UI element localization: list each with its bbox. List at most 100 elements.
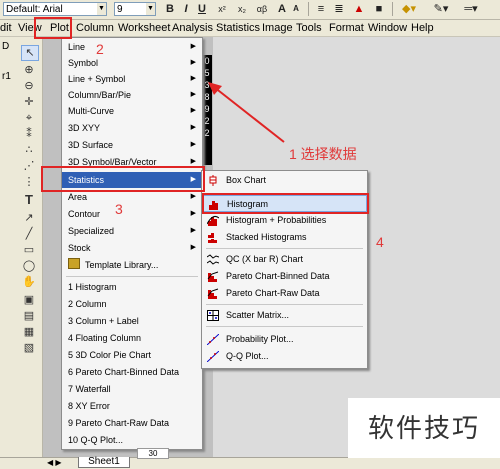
layer-add-icon[interactable]: ▤ [21,309,37,323]
plot-menu-recent-10[interactable]: 10 Q-Q Plot... [62,432,202,448]
arrow-tool-icon[interactable]: ↗ [21,211,37,225]
submenu-item-box-chart[interactable]: Box Chart [202,172,367,189]
layer-icon[interactable]: ▣ [21,293,37,307]
plot-menu-item-specialized[interactable]: Specialized ▶ [62,223,202,239]
menu-item-label: Line + Symbol [68,74,126,84]
pointer-icon[interactable]: ↖ [21,45,39,61]
plot-menu-item-symbol[interactable]: Symbol ▶ [62,55,202,71]
zoom-in-icon[interactable]: ⊕ [21,63,37,77]
submenu-item-scatter-matrix[interactable]: Scatter Matrix... [202,307,367,324]
layer-arrange-icon[interactable]: ▧ [21,341,37,355]
plot-menu-recent-4[interactable]: 4 Floating Column [62,330,202,346]
plot-menu-recent-6[interactable]: 6 Pareto Chart-Binned Data [62,364,202,380]
plot-menu-recent-7[interactable]: 7 Waterfall [62,381,202,397]
menu-divider [206,304,363,305]
annotation-arrow-icon [208,82,285,143]
submenu-item-pareto-binned[interactable]: Pareto Chart-Binned Data [202,268,367,285]
plot-menu-item-3d-xyy[interactable]: 3D XYY ▶ [62,120,202,136]
align-left-icon[interactable]: ≡ [314,2,328,16]
line-style-icon[interactable]: ≣ [332,2,346,16]
data-reader-icon[interactable]: ⌖ [21,111,37,125]
fill-color-icon[interactable]: ■ [372,2,386,16]
draw-data-icon[interactable]: ∴ [21,143,37,157]
box-chart-icon [209,175,217,186]
submenu-item-label: Histogram + Probabilities [226,215,327,225]
plot-menu: Line ▶ Symbol ▶ Line + Symbol ▶ Column/Bar/… [61,37,203,450]
submenu-item-probability-plot[interactable]: Probability Plot... [202,331,367,348]
plot-menu-item-stock[interactable]: Stock ▶ [62,240,202,256]
pen-icon[interactable]: ✎▾ [430,2,452,16]
text-tool-icon[interactable]: T [21,193,37,207]
menu-item-label: 8 XY Error [68,401,110,411]
menu-worksheet[interactable]: Worksheet [118,20,170,36]
submenu-item-label: Pareto Chart-Binned Data [226,271,330,281]
rectangle-tool-icon[interactable]: ▭ [21,243,37,257]
hand-icon[interactable]: ✋ [21,275,37,289]
annotation-box-plot-menu [34,17,72,39]
menu-item-label: Template Library... [85,260,159,270]
sheet-tab[interactable]: Sheet1 [78,457,130,468]
menu-item-label: Area [68,192,88,202]
qq-plot-icon [207,351,219,362]
sheet-tabs-bar: ◀ ▶ [0,457,500,469]
plot-menu-recent-5[interactable]: 5 3D Color Pie Chart [62,347,202,363]
submenu-item-histogram-probabilities[interactable]: Histogram + Probabilities [202,212,367,229]
watermark-text: 软件技巧 [348,398,500,458]
submenu-item-pareto-raw[interactable]: Pareto Chart-Raw Data [202,285,367,302]
subscript-button[interactable]: x₂ [234,2,250,16]
line-color-icon[interactable]: ═▾ [460,2,482,16]
italic-button[interactable]: I [180,2,192,16]
crosshair-icon[interactable]: ✛ [21,95,37,109]
probability-plot-icon [207,334,219,345]
font-select[interactable]: Default: Arial ▼ [3,2,107,16]
submenu-item-qq-plot[interactable]: Q-Q Plot... [202,348,367,365]
plot-menu-recent-3[interactable]: 3 Column + Label [62,313,202,329]
menu-statistics[interactable]: Statistics [216,20,260,36]
line-tool-icon[interactable]: ╱ [21,227,37,241]
greek-button[interactable]: αβ [254,2,270,16]
plot-menu-recent-1[interactable]: 1 Histogram [62,279,202,295]
menu-item-label: Symbol [68,58,99,68]
layer-link-icon[interactable]: ▦ [21,325,37,339]
menu-image[interactable]: Image [262,20,293,36]
mask-icon[interactable]: ⋮ [21,175,37,189]
menu-column[interactable]: Column [76,20,114,36]
menu-bar: dit View Plot Column Worksheet Analysis … [0,20,500,37]
submenu-item-stacked-histograms[interactable]: Stacked Histograms [202,229,367,246]
region-select-icon[interactable]: ⋰ [21,159,37,173]
plot-menu-recent-8[interactable]: 8 XY Error [62,398,202,414]
underline-button[interactable]: U [196,2,208,16]
menu-tools[interactable]: Tools [296,20,322,36]
menu-analysis[interactable]: Analysis [172,20,213,36]
zoom-out-icon[interactable]: ⊖ [21,79,37,93]
superscript-button[interactable]: x² [214,2,230,16]
plot-menu-item-line-symbol[interactable]: Line + Symbol ▶ [62,71,202,87]
decrease-font-button[interactable]: A [290,2,302,16]
font-size-select[interactable]: 9 ▼ [114,2,156,16]
submenu-item-qc-chart[interactable]: QC (X bar R) Chart [202,251,367,268]
chevron-right-icon: ▶ [190,210,196,217]
chevron-right-icon: ▶ [190,141,196,148]
increase-font-button[interactable]: A [276,2,288,16]
font-color-icon[interactable]: ▲ [352,2,366,16]
submenu-item-label: QC (X bar R) Chart [226,254,304,264]
plot-menu-item-line[interactable]: Line ▶ [62,39,202,55]
ellipse-tool-icon[interactable]: ◯ [21,259,37,273]
submenu-item-label: Pareto Chart-Raw Data [226,288,320,298]
menu-edit[interactable]: dit [0,20,12,36]
plot-menu-item-3d-surface[interactable]: 3D Surface ▶ [62,137,202,153]
sheet-nav-arrows[interactable]: ◀ ▶ [47,458,62,468]
plot-menu-item-template-library[interactable]: Template Library... [62,257,202,273]
screen-reader-icon[interactable]: ⁑ [21,127,37,141]
menu-help[interactable]: Help [411,20,434,36]
menu-window[interactable]: Window [368,20,407,36]
menu-format[interactable]: Format [329,20,364,36]
panel-label-row: r1 [2,71,11,82]
plot-menu-item-column-bar-pie[interactable]: Column/Bar/Pie ▶ [62,87,202,103]
plot-menu-recent-9[interactable]: 9 Pareto Chart-Raw Data [62,415,202,431]
plot-menu-item-contour[interactable]: Contour ▶ [62,206,202,222]
plot-menu-recent-2[interactable]: 2 Column [62,296,202,312]
palette-icon[interactable]: ◆▾ [398,2,420,16]
bold-button[interactable]: B [164,2,176,16]
plot-menu-item-multi-curve[interactable]: Multi-Curve ▶ [62,103,202,119]
